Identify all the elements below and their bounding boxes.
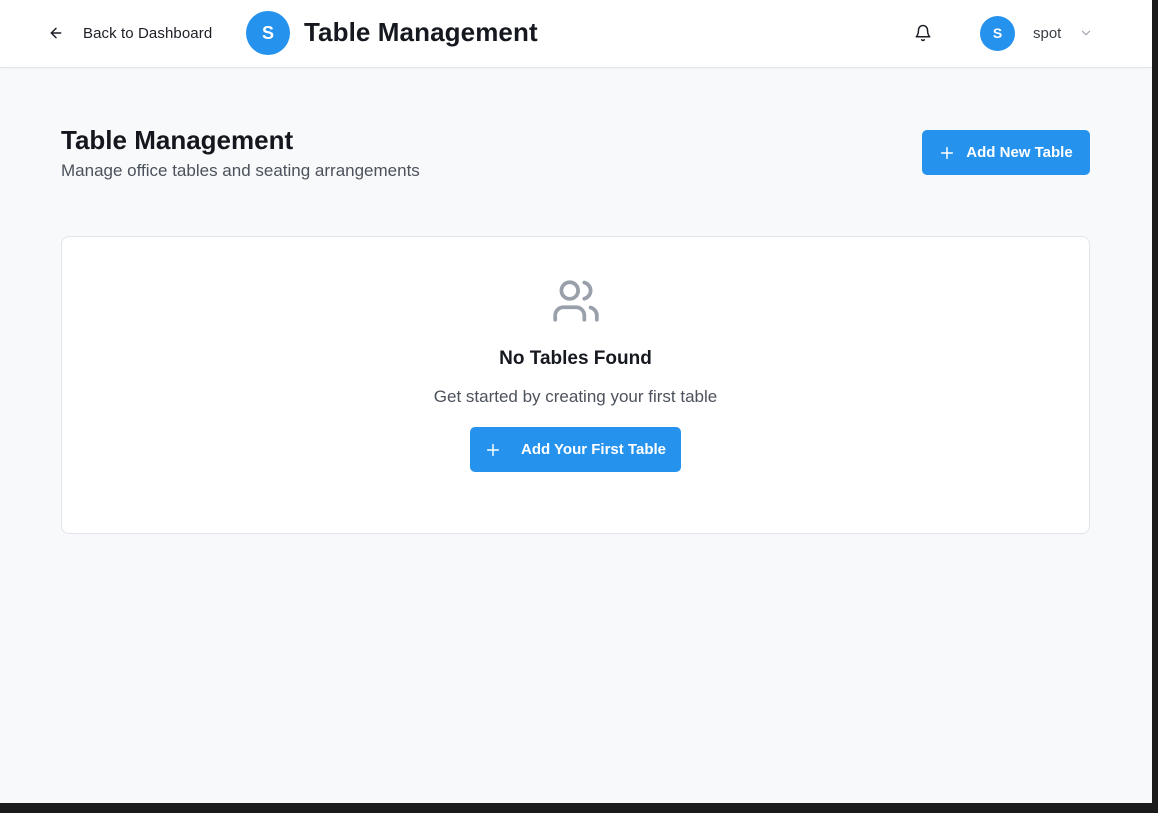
- chevron-down-icon: [1079, 26, 1093, 40]
- user-name: spot: [1033, 24, 1062, 42]
- add-new-table-button[interactable]: Add New Table: [922, 130, 1090, 175]
- empty-state-description: Get started by creating your first table: [433, 387, 718, 406]
- add-first-table-label: Add Your First Table: [520, 441, 666, 458]
- page-subtitle: Manage office tables and seating arrange…: [61, 161, 420, 180]
- back-to-dashboard-link[interactable]: Back to Dashboard: [46, 20, 212, 46]
- app-window: Back to Dashboard S Table Management S s…: [0, 0, 1152, 803]
- add-new-table-label: Add New Table: [966, 144, 1073, 161]
- add-first-table-button[interactable]: Add Your First Table: [470, 427, 681, 472]
- user-menu[interactable]: S spot: [980, 15, 1093, 51]
- top-navigation-bar: Back to Dashboard S Table Management S s…: [0, 0, 1152, 68]
- user-avatar: S: [980, 15, 1015, 51]
- users-icon: [550, 275, 602, 327]
- notifications-button[interactable]: [912, 22, 934, 44]
- back-link-label: Back to Dashboard: [83, 24, 213, 42]
- bell-icon: [914, 24, 932, 42]
- arrow-left-icon: [46, 23, 66, 43]
- empty-state-title: No Tables Found: [499, 348, 652, 369]
- brand-logo-avatar: S: [246, 11, 290, 55]
- app-title: Table Management: [304, 17, 538, 47]
- empty-state-card: No Tables Found Get started by creating …: [61, 236, 1090, 534]
- plus-icon: [485, 442, 501, 458]
- page-heading: Table Management: [61, 125, 294, 155]
- plus-icon: [939, 145, 955, 161]
